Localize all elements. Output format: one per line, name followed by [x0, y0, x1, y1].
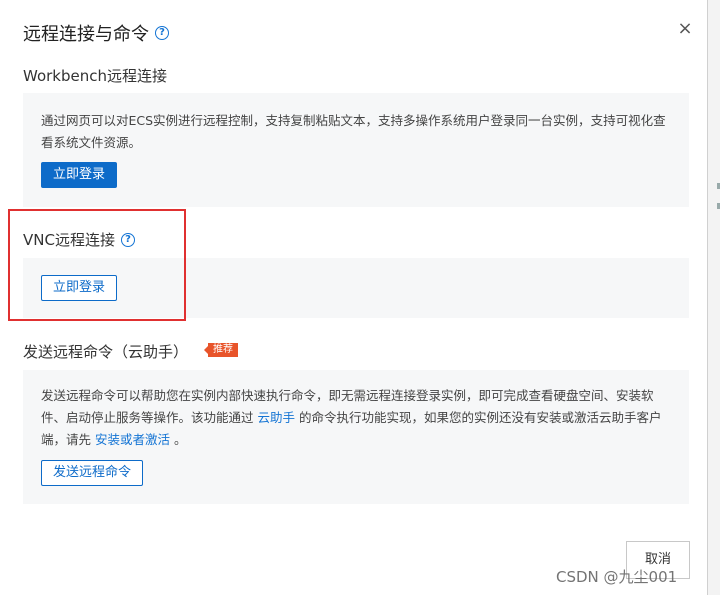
remote-connection-dialog: 远程连接与命令 ? × Workbench远程连接 通过网页可以对ECS实例进行… [0, 0, 708, 595]
workbench-login-button[interactable]: 立即登录 [41, 162, 118, 188]
install-or-activate-link[interactable]: 安装或者激活 [95, 432, 170, 447]
send-command-heading: 发送远程命令（云助手） 推荐 [23, 341, 239, 362]
send-command-panel: 发送远程命令可以帮助您在实例内部快速执行命令，即无需远程连接登录实例，即可完成查… [23, 370, 689, 504]
workbench-panel: 通过网页可以对ECS实例进行远程控制，支持复制粘贴文本，支持多操作系统用户登录同… [23, 93, 689, 207]
workbench-description: 通过网页可以对ECS实例进行远程控制，支持复制粘贴文本，支持多操作系统用户登录同… [41, 113, 666, 150]
close-icon[interactable]: × [676, 20, 694, 38]
watermark: CSDN @九尘001 [556, 568, 678, 586]
red-highlight-box [8, 209, 186, 321]
workbench-heading: Workbench远程连接 [23, 65, 167, 86]
send-command-description: 发送远程命令可以帮助您在实例内部快速执行命令，即无需远程连接登录实例，即可完成查… [41, 385, 675, 451]
help-icon[interactable]: ? [155, 26, 169, 40]
send-command-heading-text: 发送远程命令（云助手） [23, 343, 189, 361]
background-strip [707, 0, 720, 595]
send-command-button[interactable]: 发送远程命令 [41, 460, 144, 486]
cloud-assistant-link[interactable]: 云助手 [257, 410, 295, 425]
description-text: 。 [170, 432, 187, 447]
dialog-title: 远程连接与命令 ? [23, 20, 169, 46]
dialog-title-text: 远程连接与命令 [23, 24, 149, 45]
recommend-badge: 推荐 [204, 342, 239, 357]
workbench-heading-text: Workbench远程连接 [23, 67, 167, 85]
